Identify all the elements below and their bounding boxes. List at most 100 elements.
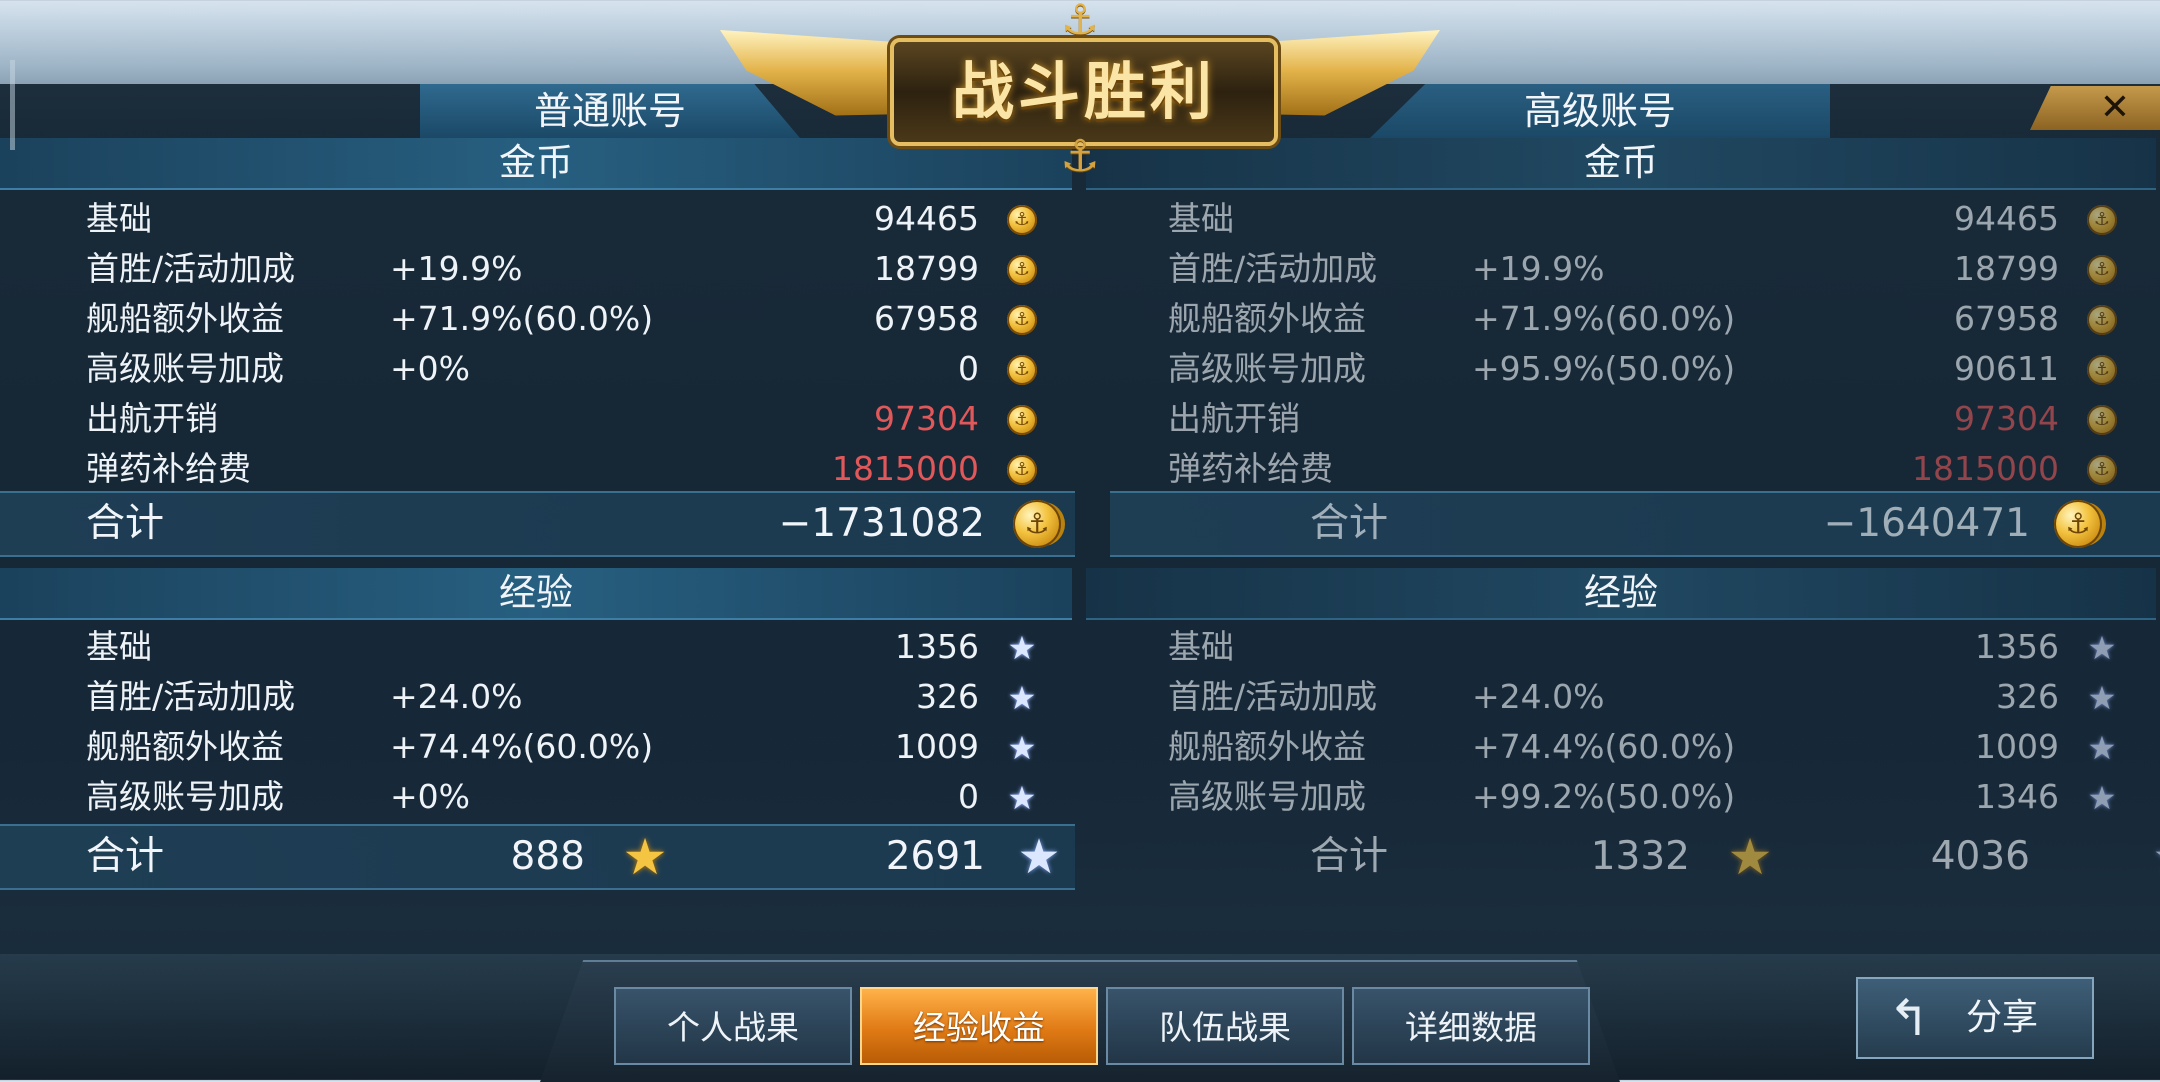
row-value: 18799 <box>1954 249 2059 288</box>
row-label: 舰船额外收益 <box>86 299 284 338</box>
captain-exp-total-value: 888 <box>510 834 585 879</box>
close-icon: ✕ <box>2099 87 2131 128</box>
tab-team-results[interactable]: 队伍战果 <box>1106 987 1344 1065</box>
row-bonus-percent: +74.4%(60.0%) <box>390 727 654 766</box>
row-value: 94465 <box>874 199 979 238</box>
coin-icon: ⚓ <box>2087 205 2117 235</box>
gold-row: 出航开销 97304 ⚓ <box>0 394 1075 444</box>
silver-star-icon: ★ <box>1017 829 1061 885</box>
row-bonus-percent: +24.0% <box>390 677 523 716</box>
premium-exp-total-label: 合计 <box>1310 834 1389 879</box>
premium-exp-total-row: 合计 1332 ★ 4036 ★ <box>1110 824 2160 890</box>
row-value: 97304 <box>874 399 979 438</box>
coin-icon: ⚓ <box>2087 305 2117 335</box>
exp-total-label: 合计 <box>86 834 165 879</box>
row-label: 舰船额外收益 <box>1168 299 1366 338</box>
row-label: 基础 <box>1168 627 1234 666</box>
row-label: 出航开销 <box>1168 399 1300 438</box>
star-icon: ★ <box>1007 729 1037 767</box>
close-button[interactable]: ✕ <box>2030 86 2160 130</box>
coin-icon: ⚓ <box>2087 255 2117 285</box>
star-icon: ★ <box>2087 629 2117 667</box>
coin-icon: ⚓ <box>2087 455 2117 485</box>
row-value: 94465 <box>1954 199 2059 238</box>
coin-icon: ⚓ <box>1007 455 1037 485</box>
gold-row: 高级账号加成 +0% 0 ⚓ <box>0 344 1075 394</box>
victory-banner: ⚓ 战斗胜利 ⚓ <box>720 0 1440 180</box>
row-bonus-percent: +74.4%(60.0%) <box>1472 727 1736 766</box>
row-value: 67958 <box>1954 299 2059 338</box>
row-value: 90611 <box>1954 349 2059 388</box>
row-value: 18799 <box>874 249 979 288</box>
coin-icon: ⚓ <box>2087 355 2117 385</box>
share-button[interactable]: ↰ 分享 <box>1856 977 2094 1059</box>
premium-gold-star-icon: ★ <box>1727 828 1773 886</box>
premium-exp-total-value: 4036 <box>1930 834 2030 879</box>
anchor-icon: ⚓ <box>1061 0 1099 44</box>
row-label: 基础 <box>1168 199 1234 238</box>
row-bonus-percent: +99.2%(50.0%) <box>1472 777 1736 816</box>
gold-total-value: −1731082 <box>778 501 985 546</box>
exp-row: 基础 1356 ★ <box>0 622 1075 672</box>
row-bonus-percent: +19.9% <box>390 249 523 288</box>
exp-row: 首胜/活动加成 +24.0% 326 ★ <box>1080 672 2155 722</box>
gold-row: 首胜/活动加成 +19.9% 18799 ⚓ <box>1080 244 2155 294</box>
star-icon: ★ <box>1007 629 1037 667</box>
gold-row: 舰船额外收益 +71.9%(60.0%) 67958 ⚓ <box>1080 294 2155 344</box>
row-value: 1009 <box>1975 727 2059 766</box>
row-value: 326 <box>916 677 979 716</box>
results-panel: 普通账号 金币 基础 94465 ⚓ 首胜/活动加成 +19.9% 18799 ⚓ 舰船额外收… <box>0 84 2160 954</box>
exp-row: 高级账号加成 +99.2%(50.0%) 1346 ★ <box>1080 772 2155 822</box>
row-label: 舰船额外收益 <box>86 727 284 766</box>
exp-row: 基础 1356 ★ <box>1080 622 2155 672</box>
gold-star-icon: ★ <box>622 828 668 886</box>
exp-row: 首胜/活动加成 +24.0% 326 ★ <box>0 672 1075 722</box>
premium-gold-coin-icon: ⚓ <box>2054 500 2102 548</box>
premium-account-column: 高级账号 金币 基础 94465 ⚓ 首胜/活动加成 +19.9% 18799 ⚓ 舰船额外收… <box>1080 84 2160 954</box>
anchor-bottom-icon: ⚓ <box>1060 131 1100 182</box>
victory-title: 战斗胜利 <box>951 55 1216 128</box>
coin-icon: ⚓ <box>1007 205 1037 235</box>
row-bonus-percent: +24.0% <box>1472 677 1605 716</box>
banner-plate: 战斗胜利 <box>890 38 1278 146</box>
row-label: 弹药补给费 <box>86 449 251 488</box>
row-bonus-percent: +0% <box>390 349 471 388</box>
star-icon: ★ <box>2087 679 2117 717</box>
row-label: 高级账号加成 <box>86 349 284 388</box>
gold-coin-icon: ⚓ <box>1013 500 1061 548</box>
row-value: 1356 <box>895 627 979 666</box>
row-value: 1346 <box>1975 777 2059 816</box>
star-icon: ★ <box>1007 679 1037 717</box>
row-label: 高级账号加成 <box>1168 349 1366 388</box>
exp-row: 舰船额外收益 +74.4%(60.0%) 1009 ★ <box>0 722 1075 772</box>
gold-row: 高级账号加成 +95.9%(50.0%) 90611 ⚓ <box>1080 344 2155 394</box>
gold-total-label: 合计 <box>86 501 165 546</box>
coin-icon: ⚓ <box>1007 255 1037 285</box>
exp-section-header: 经验 <box>0 568 1072 620</box>
premium-gold-total-row: 合计 −1640471 ⚓ <box>1110 491 2160 557</box>
row-bonus-percent: +19.9% <box>1472 249 1605 288</box>
tab-detailed-data[interactable]: 详细数据 <box>1352 987 1590 1065</box>
exp-row: 高级账号加成 +0% 0 ★ <box>0 772 1075 822</box>
gold-row: 基础 94465 ⚓ <box>0 194 1075 244</box>
coin-icon: ⚓ <box>2087 405 2117 435</box>
tab-personal-results[interactable]: 个人战果 <box>614 987 852 1065</box>
premium-silver-star-icon: ★ <box>2146 831 2160 883</box>
row-label: 基础 <box>86 199 152 238</box>
row-value: 0 <box>958 777 979 816</box>
row-value: 97304 <box>1954 399 2059 438</box>
share-label: 分享 <box>1966 997 2039 1038</box>
row-bonus-percent: +71.9%(60.0%) <box>390 299 654 338</box>
coin-icon: ⚓ <box>1007 305 1037 335</box>
row-label: 首胜/活动加成 <box>1168 677 1378 716</box>
row-label: 弹药补给费 <box>1168 449 1333 488</box>
exp-total-value: 2691 <box>885 834 985 879</box>
scroll-indicator <box>10 60 15 150</box>
tab-exp-earnings[interactable]: 经验收益 <box>860 987 1098 1065</box>
row-label: 首胜/活动加成 <box>86 249 296 288</box>
premium-gold-total-label: 合计 <box>1310 501 1389 546</box>
premium-exp-section-header: 经验 <box>1086 568 2156 620</box>
exp-total-row: 合计 888 ★ 2691 ★ <box>0 824 1075 890</box>
star-icon: ★ <box>2087 729 2117 767</box>
gold-row: 出航开销 97304 ⚓ <box>1080 394 2155 444</box>
